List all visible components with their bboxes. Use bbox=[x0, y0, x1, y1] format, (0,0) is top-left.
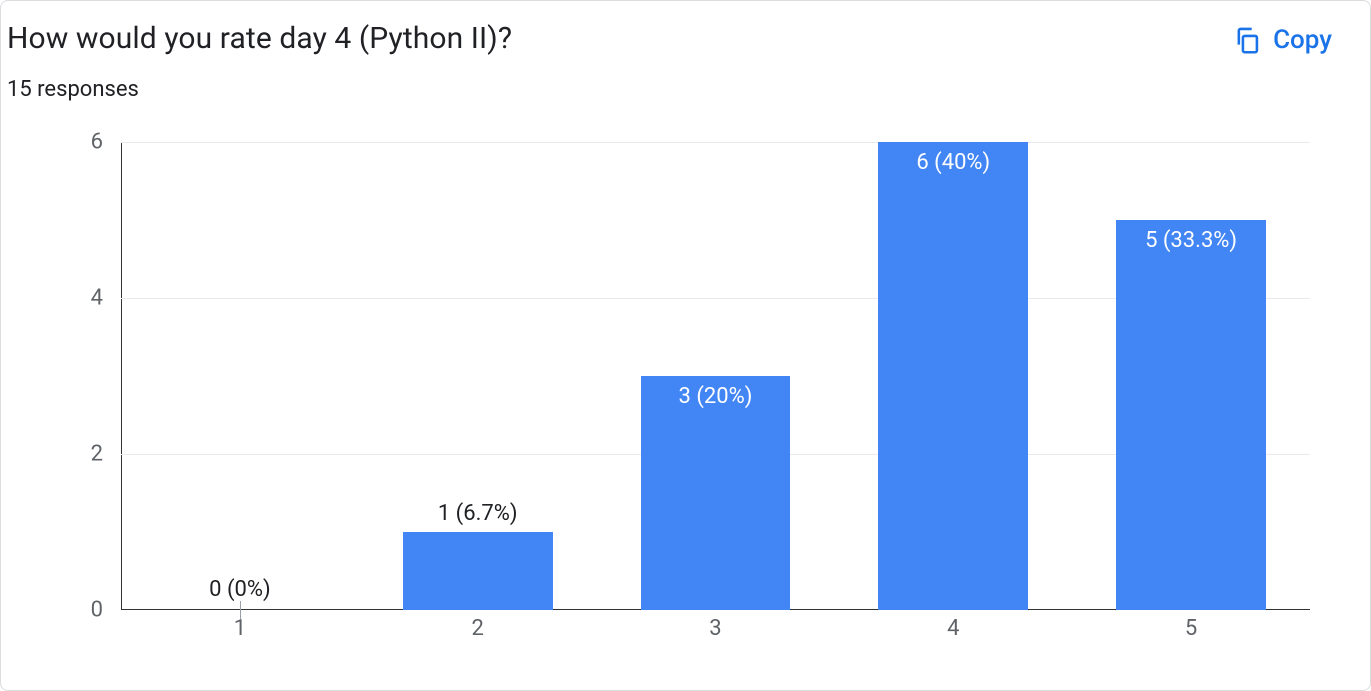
copy-icon bbox=[1233, 26, 1261, 54]
bar-data-label: 5 (33.3%) bbox=[1145, 228, 1237, 253]
y-tick-label: 6 bbox=[91, 130, 103, 155]
bar-data-label: 1 (6.7%) bbox=[438, 501, 518, 526]
x-tick-label: 5 bbox=[1072, 610, 1310, 640]
x-axis-labels: 12345 bbox=[121, 610, 1310, 640]
x-tick-label: 4 bbox=[834, 610, 1072, 640]
bar[interactable]: 5 (33.3%) bbox=[1116, 220, 1266, 610]
bar[interactable]: 3 (20%) bbox=[641, 376, 791, 610]
question-title: How would you rate day 4 (Python II)? bbox=[7, 21, 512, 56]
bar-data-label: 3 (20%) bbox=[679, 384, 753, 409]
x-tick-label: 3 bbox=[597, 610, 835, 640]
y-tick-label: 2 bbox=[91, 441, 103, 466]
bar-slot: 1 (6.7%) bbox=[359, 142, 597, 610]
bar-data-label: 0 (0%) bbox=[209, 577, 271, 602]
card-header: How would you rate day 4 (Python II)? Co… bbox=[1, 1, 1370, 59]
y-tick-label: 4 bbox=[91, 285, 103, 310]
bar[interactable]: 1 (6.7%) bbox=[403, 532, 553, 610]
chart-card: How would you rate day 4 (Python II)? Co… bbox=[0, 0, 1371, 691]
bar[interactable]: 6 (40%) bbox=[878, 142, 1028, 610]
y-axis: 0246 bbox=[61, 142, 121, 610]
bars-container: 0 (0%) 1 (6.7%) 3 (20%) 6 (40%) 5 (33.3%) bbox=[121, 142, 1310, 610]
bar-slot: 3 (20%) bbox=[597, 142, 835, 610]
bar-slot: 6 (40%) bbox=[834, 142, 1072, 610]
plot: 0246 0 (0%)1 (6.7%)3 (20%)6 (40%)5 (33.3… bbox=[61, 142, 1310, 640]
chart-area: 0 2 4 6 0 (0%) 1 (6.7%) 3 (20%) 6 (40%) 5 (33.3… bbox=[1, 102, 1370, 690]
x-tick-label: 2 bbox=[359, 610, 597, 640]
bar-slot: 0 (0%) bbox=[121, 142, 359, 610]
bar-slot: 5 (33.3%) bbox=[1072, 142, 1310, 610]
copy-label: Copy bbox=[1273, 25, 1332, 55]
response-count: 15 responses bbox=[1, 59, 1370, 102]
y-tick-label: 0 bbox=[91, 598, 103, 623]
copy-button[interactable]: Copy bbox=[1225, 21, 1340, 59]
bar-data-label: 6 (40%) bbox=[916, 150, 990, 175]
x-tick-label: 1 bbox=[121, 610, 359, 640]
